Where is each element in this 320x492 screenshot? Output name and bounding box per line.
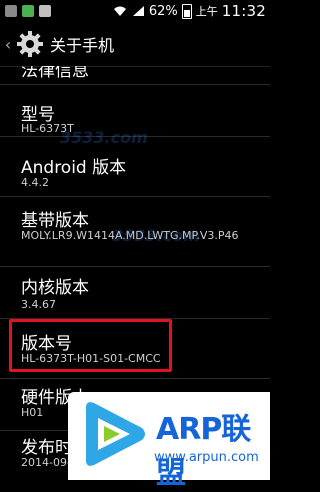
logo-text: ARP联盟 — [156, 412, 251, 491]
play-logo-icon — [86, 402, 145, 466]
item-label: 法律信息 — [21, 66, 89, 81]
clock: 11:32 — [221, 2, 266, 20]
action-bar: ‹ 关于手机 — [0, 22, 270, 67]
notification-icon-1 — [5, 5, 17, 17]
status-bar: 62% 上午 11:32 — [0, 0, 270, 22]
item-value: 4.4.2 — [21, 176, 49, 189]
notification-icon-3 — [39, 5, 51, 17]
list-item-legal[interactable]: 法律信息 — [0, 66, 270, 85]
wifi-icon — [113, 6, 126, 16]
page-title: 关于手机 — [50, 36, 115, 55]
gear-icon[interactable] — [16, 30, 44, 58]
item-label: 内核版本 — [21, 278, 89, 298]
highlight-box — [9, 319, 172, 372]
arp-logo: ARP联盟 www.arpun.com — [68, 392, 270, 491]
time-period: 上午 — [195, 5, 218, 18]
battery-percent: 62% — [148, 3, 178, 19]
watermark: 3533.com — [60, 128, 148, 147]
notification-icon-2 — [22, 5, 34, 17]
logo-url: www.arpun.com — [154, 450, 259, 465]
signal-icon — [132, 6, 144, 16]
watermark: 3533.com — [112, 226, 200, 245]
back-chevron-icon[interactable]: ‹ — [2, 33, 14, 55]
list-item-kernel-version: 内核版本 3.4.67 — [0, 266, 270, 319]
item-value: 3.4.67 — [21, 298, 56, 311]
battery-icon — [181, 3, 192, 19]
